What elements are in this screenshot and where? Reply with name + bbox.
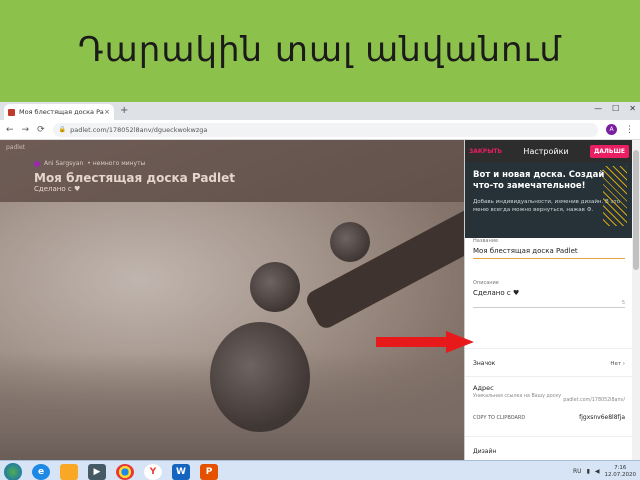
windows-taskbar: e ▶ Y W P RU ▮ ◀ 7:16 12.07.2020 — [0, 460, 640, 480]
description-counter: 5 — [621, 300, 625, 306]
settings-title: Настройки — [523, 146, 569, 156]
new-tab-button[interactable]: + — [120, 105, 128, 116]
close-tab-icon[interactable]: × — [104, 108, 110, 116]
board-title: Моя блестящая доска Padlet — [34, 171, 236, 185]
board-author: Ani Sargsyan • немного минуты — [34, 160, 145, 167]
address-bar: ← → ⟳ 🔒 padlet.com/178052l8anv/dgueckwok… — [0, 120, 640, 140]
address-slug-input[interactable]: fjgxsnv6e8l8fja — [579, 414, 625, 421]
browser-tab[interactable]: Моя блестящая доска Padlet × — [4, 104, 114, 120]
copy-to-clipboard-button[interactable]: COPY TO CLIPBOARD — [473, 415, 525, 421]
volume-icon[interactable]: ◀ — [595, 468, 600, 475]
settings-panel: ЗАКРЫТЬ Настройки ДАЛЬШЕ Вот и новая дос… — [464, 140, 632, 460]
padlet-logo[interactable]: padlet — [6, 144, 25, 151]
description-label: Описание — [473, 280, 499, 286]
chrome-icon[interactable] — [116, 463, 134, 480]
reload-icon[interactable]: ⟳ — [37, 125, 45, 135]
browser-menu-icon[interactable]: ⋮ — [625, 125, 634, 135]
welcome-banner: Вот и новая доска. Создай что-то замечат… — [465, 162, 632, 238]
design-section-title[interactable]: Дизайн — [473, 448, 496, 455]
board-name-input[interactable]: Моя блестящая доска Padlet — [473, 247, 625, 259]
back-icon[interactable]: ← — [6, 125, 14, 135]
clock-time: 7:16 — [614, 464, 627, 471]
description-value: Сделано с ♥ — [473, 289, 520, 297]
chevron-right-icon: › — [622, 360, 625, 367]
description-input[interactable]: Сделано с ♥ 5 — [473, 289, 625, 308]
address-title: Адрес — [473, 384, 494, 392]
padlet-favicon-icon — [8, 108, 15, 116]
folder-icon[interactable] — [60, 463, 78, 480]
author-avatar — [34, 160, 40, 167]
screenshot: Моя блестящая доска Padlet × + — ☐ ✕ ← →… — [0, 102, 640, 480]
board-time: • немного минуты — [87, 160, 146, 167]
board-name-field[interactable]: Название Моя блестящая доска Padlet — [473, 238, 625, 259]
system-tray: RU ▮ ◀ 7:16 12.07.2020 — [573, 465, 636, 479]
window-controls: — ☐ ✕ — [594, 104, 636, 113]
copy-row: COPY TO CLIPBOARD fjgxsnv6e8l8fja — [473, 414, 625, 421]
clock[interactable]: 7:16 12.07.2020 — [605, 465, 637, 479]
browser-tab-title: Моя блестящая доска Padlet — [19, 108, 104, 116]
language-indicator[interactable]: RU — [573, 468, 582, 475]
close-settings-button[interactable]: ЗАКРЫТЬ — [469, 148, 502, 155]
start-button[interactable] — [4, 462, 22, 480]
board-subtitle: Сделано с ♥ — [34, 185, 81, 193]
padlet-board: padlet Ani Sargsyan • немного минуты Моя… — [0, 140, 464, 460]
confetti-decoration — [603, 166, 627, 226]
profile-avatar[interactable]: A — [606, 124, 617, 135]
divider — [465, 376, 632, 377]
icon-setting-label: Значок — [473, 360, 496, 367]
word-icon[interactable]: W — [172, 463, 190, 480]
address-url-prefix: padlet.com/178052l8anv/ — [563, 398, 625, 403]
author-name: Ani Sargsyan — [44, 160, 84, 167]
lock-icon: 🔒 — [58, 126, 67, 133]
board-name-label: Название — [473, 238, 499, 244]
url-input[interactable]: 🔒 padlet.com/178052l8anv/dgueckwokwzga — [52, 122, 598, 137]
media-player-icon[interactable]: ▶ — [88, 463, 106, 480]
slide-title: Դարակին տալ անվանում — [0, 0, 640, 100]
divider — [465, 348, 632, 349]
yandex-icon[interactable]: Y — [144, 463, 162, 480]
minimize-icon[interactable]: — — [594, 104, 602, 113]
next-button[interactable]: ДАЛЬШЕ — [589, 144, 629, 158]
settings-scrollbar[interactable] — [632, 140, 640, 460]
powerpoint-icon[interactable]: P — [200, 463, 218, 480]
description-field[interactable]: Описание Сделано с ♥ 5 — [473, 280, 625, 308]
url-text: padlet.com/178052l8anv/dgueckwokwzga — [70, 125, 208, 134]
clock-date: 12.07.2020 — [604, 471, 637, 478]
scrollbar-thumb[interactable] — [633, 150, 639, 270]
settings-header: ЗАКРЫТЬ Настройки ДАЛЬШЕ — [465, 140, 632, 162]
browser-tab-bar: Моя блестящая доска Padlet × + — ☐ ✕ — [0, 102, 640, 120]
ie-icon[interactable]: e — [32, 463, 50, 480]
slide-title-text: Դարակին տալ անվանում — [78, 30, 562, 70]
forward-icon[interactable]: → — [22, 125, 30, 135]
network-icon[interactable]: ▮ — [587, 468, 590, 475]
red-arrow-icon — [376, 331, 474, 353]
icon-setting-row[interactable]: Значок Нет › — [473, 360, 625, 367]
icon-setting-value: Нет › — [610, 361, 625, 367]
icon-setting-value-text: Нет — [610, 360, 622, 367]
maximize-icon[interactable]: ☐ — [612, 104, 619, 113]
address-section: Адрес Уникальная ссылка на Вашу доску pa… — [473, 384, 625, 403]
divider — [465, 436, 632, 437]
close-window-icon[interactable]: ✕ — [629, 104, 636, 113]
